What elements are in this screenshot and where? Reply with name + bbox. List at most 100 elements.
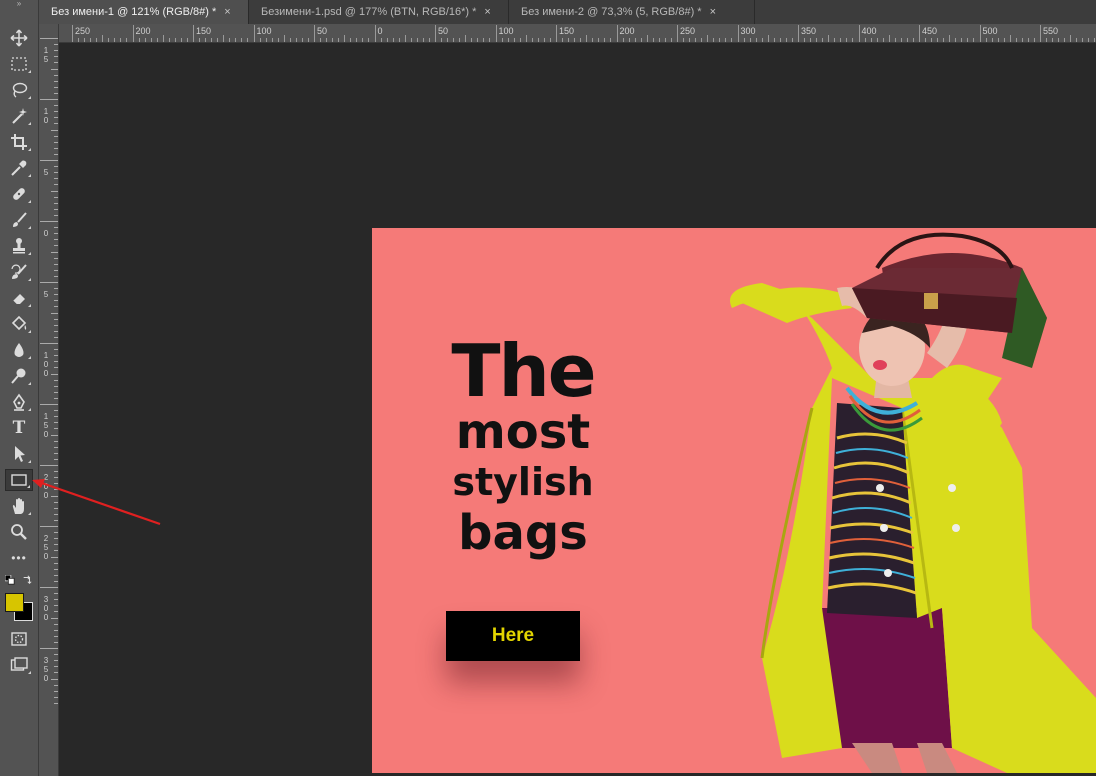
ruler-minor-tick [54,635,58,637]
lasso-tool-icon[interactable] [5,79,33,101]
ruler-minor-tick [1027,38,1029,42]
ruler-label: 1 5 0 [43,412,49,439]
ruler-minor-tick [54,50,58,52]
ruler-major-tick [616,25,618,42]
ruler-minor-tick [54,416,58,418]
blur-tool-icon[interactable] [5,339,33,361]
eyedropper-tool-icon[interactable] [5,157,33,179]
ruler-minor-tick [471,38,473,42]
ruler-minor-tick [54,62,58,64]
vertical-ruler[interactable]: 1 5 1 0 5 0 5 1 0 0 1 5 0 2 0 0 2 5 0 3 0 0 3 5 0 [39,24,59,776]
ruler-minor-tick [295,38,297,42]
document-canvas[interactable]: The most stylish bags Here [372,228,1096,773]
ruler-label: 1 5 [43,46,49,64]
screen-mode-icon[interactable] [5,654,33,676]
brush-tool-icon[interactable] [5,209,33,231]
ruler-minor-tick [852,38,854,42]
path-selection-tool-icon[interactable] [5,443,33,465]
zoom-tool-icon[interactable] [5,521,33,543]
ruler-minor-tick [362,38,364,42]
ruler-minor-tick [368,38,370,42]
swap-colors-icon[interactable] [19,572,35,588]
ruler-minor-tick [54,623,58,625]
ruler-minor-tick [126,38,128,42]
tab-document-3[interactable]: Без имени-2 @ 73,3% (5, RGB/8#) * × [509,0,755,24]
quick-mask-icon[interactable] [5,628,33,650]
ruler-minor-tick [1009,35,1011,42]
dodge-tool-icon[interactable] [5,365,33,387]
ruler-major-tick [40,404,58,405]
ruler-label: 200 [619,26,635,36]
ruler-minor-tick [54,611,58,613]
ruler-minor-tick [54,141,58,143]
ruler-minor-tick [54,355,58,357]
ruler-label: 300 [740,26,756,36]
ruler-minor-tick [840,38,842,42]
ruler-label: 550 [1043,26,1059,36]
ruler-minor-tick [51,251,58,253]
ruler-minor-tick [386,38,388,42]
ruler-minor-tick [54,477,58,479]
ruler-minor-tick [1076,38,1078,42]
ruler-minor-tick [973,38,975,42]
ruler-minor-tick [84,38,86,42]
ruler-minor-tick [54,489,58,491]
tab-document-1[interactable]: Без имени-1 @ 121% (RGB/8#) * × [39,0,249,24]
crop-tool-icon[interactable] [5,131,33,153]
ruler-label: 2 5 0 [43,534,49,561]
ruler-label: 1 0 0 [43,351,49,378]
panel-collapse-icon[interactable]: » [0,0,38,8]
ruler-minor-tick [997,38,999,42]
rectangle-tool-icon[interactable] [5,469,33,491]
ruler-minor-tick [549,38,551,42]
close-icon[interactable]: × [484,6,490,18]
paint-bucket-tool-icon[interactable] [5,313,33,335]
ruler-minor-tick [54,294,58,296]
move-tool-icon[interactable] [5,27,33,49]
ruler-minor-tick [54,544,58,546]
ruler-minor-tick [422,38,424,42]
tools-panel: » T ••• [0,0,39,776]
ruler-label: 350 [801,26,817,36]
ruler-minor-tick [54,105,58,107]
here-button[interactable]: Here [446,611,580,661]
ruler-minor-tick [562,38,564,42]
foreground-color-swatch[interactable] [5,593,24,612]
ruler-minor-tick [876,38,878,42]
close-icon[interactable]: × [224,6,230,18]
ruler-minor-tick [689,38,691,42]
ruler-label: 0 [43,229,49,238]
default-colors-icon[interactable] [2,572,18,588]
ruler-minor-tick [864,38,866,42]
ruler-minor-tick [96,38,98,42]
hand-tool-icon[interactable] [5,495,33,517]
ruler-minor-tick [1052,38,1054,42]
ruler-minor-tick [54,349,58,351]
ruler-minor-tick [937,38,939,42]
ruler-label: 3 5 0 [43,656,49,683]
eraser-tool-icon[interactable] [5,287,33,309]
marquee-tool-icon[interactable] [5,53,33,75]
ruler-minor-tick [283,35,285,42]
close-icon[interactable]: × [710,6,716,18]
magic-wand-tool-icon[interactable] [5,105,33,127]
tab-document-2[interactable]: Безимени-1.psd @ 177% (BTN, RGB/16*) * × [249,0,509,24]
more-tools-icon[interactable]: ••• [5,547,33,569]
ruler-minor-tick [804,38,806,42]
pen-tool-icon[interactable] [5,391,33,413]
ruler-minor-tick [54,397,58,399]
ruler-minor-tick [54,440,58,442]
type-tool-icon[interactable]: T [5,417,33,439]
healing-brush-tool-icon[interactable] [5,183,33,205]
ruler-label: 5 [43,168,49,177]
ruler-minor-tick [229,38,231,42]
ruler-minor-tick [120,38,122,42]
ruler-label: 3 0 0 [43,595,49,622]
ruler-minor-tick [54,196,58,198]
ruler-minor-tick [568,38,570,42]
ruler-minor-tick [54,672,58,674]
horizontal-ruler[interactable]: 250 200 150 100 50 0 50 100 150 200 250 300 350 400 45… [58,24,1096,43]
clone-stamp-tool-icon[interactable] [5,235,33,257]
ruler-minor-tick [810,38,812,42]
history-brush-tool-icon[interactable] [5,261,33,283]
